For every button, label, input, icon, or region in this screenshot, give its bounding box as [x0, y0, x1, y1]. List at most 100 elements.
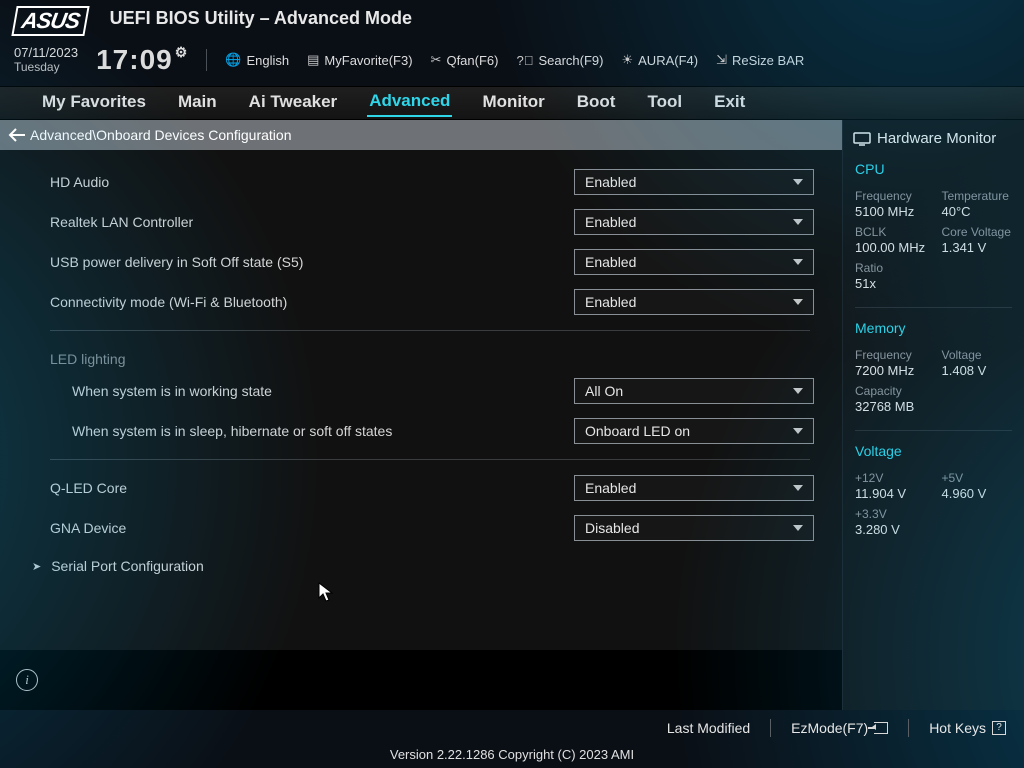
toolbar: 07/11/2023 Tuesday 17:09⚙ 🌐 English ▤ My…: [0, 36, 1024, 86]
v5-key: +5V: [942, 471, 1013, 485]
date-block: 07/11/2023 Tuesday: [14, 46, 78, 73]
tab-boot[interactable]: Boot: [575, 90, 618, 116]
dropdown-value: Enabled: [585, 254, 636, 270]
separator: [206, 49, 207, 71]
help-strip: i: [0, 650, 842, 710]
setting-label: When system is in sleep, hibernate or so…: [50, 423, 574, 439]
expander-label: Serial Port Configuration: [51, 558, 204, 574]
info-icon[interactable]: i: [16, 669, 38, 691]
setting-label: When system is in working state: [50, 383, 574, 399]
setting-dropdown[interactable]: Enabled: [574, 169, 814, 195]
aura-label: AURA(F4): [638, 53, 698, 68]
setting-row: USB power delivery in Soft Off state (S5…: [50, 242, 814, 282]
setting-dropdown[interactable]: Enabled: [574, 209, 814, 235]
monitor-icon: [853, 132, 871, 146]
v33-val: 3.280 V: [855, 522, 926, 537]
myfavorite-button[interactable]: ▤ MyFavorite(F3): [307, 52, 412, 68]
clock[interactable]: 17:09⚙: [96, 44, 188, 76]
aura-button[interactable]: ☀ AURA(F4): [621, 52, 698, 68]
setting-label: Connectivity mode (Wi-Fi & Bluetooth): [50, 294, 574, 310]
setting-label: GNA Device: [50, 520, 574, 536]
led-section-title: LED lighting: [50, 339, 814, 371]
chevron-down-icon: [793, 299, 803, 305]
cpu-freq-key: Frequency: [855, 189, 926, 203]
cpu-bclk-val: 100.00 MHz: [855, 240, 926, 255]
serial-port-expander[interactable]: ➤ Serial Port Configuration: [32, 548, 814, 584]
dropdown-value: All On: [585, 383, 623, 399]
divider: [855, 430, 1012, 431]
search-label: Search(F9): [538, 53, 603, 68]
last-modified-button[interactable]: Last Modified: [667, 720, 750, 736]
chevron-down-icon: [793, 388, 803, 394]
tab-ai-tweaker[interactable]: Ai Tweaker: [247, 90, 340, 116]
chevron-down-icon: [793, 525, 803, 531]
separator: [770, 719, 771, 737]
globe-icon: 🌐: [225, 52, 241, 68]
cpu-temp-val: 40°C: [942, 204, 1013, 219]
back-icon[interactable]: [8, 128, 26, 142]
asus-logo: ASUS: [11, 6, 89, 36]
divider: [855, 307, 1012, 308]
main-panel: Advanced\Onboard Devices Configuration H…: [0, 120, 842, 710]
search-button[interactable]: ?⃣ Search(F9): [516, 53, 603, 68]
setting-dropdown[interactable]: Enabled: [574, 475, 814, 501]
cpu-ratio-val: 51x: [855, 276, 926, 291]
mem-freq-key: Frequency: [855, 348, 926, 362]
tab-monitor[interactable]: Monitor: [480, 90, 546, 116]
footer: Last Modified EzMode(F7) Hot Keys ? Vers…: [0, 713, 1024, 768]
tab-tool[interactable]: Tool: [645, 90, 684, 116]
dropdown-value: Enabled: [585, 294, 636, 310]
language-button[interactable]: 🌐 English: [225, 52, 289, 68]
exit-icon: [874, 722, 888, 734]
hotkeys-button[interactable]: Hot Keys ?: [929, 720, 1006, 736]
tab-bar: My Favorites Main Ai Tweaker Advanced Monito…: [0, 86, 1024, 120]
language-label: English: [246, 53, 289, 68]
cpu-cv-key: Core Voltage: [942, 225, 1013, 239]
mem-cap-key: Capacity: [855, 384, 926, 398]
date-text: 07/11/2023: [14, 46, 78, 60]
v33-key: +3.3V: [855, 507, 926, 521]
day-text: Tuesday: [14, 61, 78, 74]
setting-label: Realtek LAN Controller: [50, 214, 574, 230]
setting-dropdown[interactable]: Enabled: [574, 289, 814, 315]
cpu-cv-val: 1.341 V: [942, 240, 1013, 255]
dropdown-value: Disabled: [585, 520, 639, 536]
chevron-down-icon: [793, 219, 803, 225]
divider: [50, 459, 810, 460]
version-text: Version 2.22.1286 Copyright (C) 2023 AMI: [0, 743, 1024, 768]
setting-row: When system is in sleep, hibernate or so…: [50, 411, 814, 451]
setting-dropdown[interactable]: Enabled: [574, 249, 814, 275]
dropdown-value: Onboard LED on: [585, 423, 690, 439]
mem-volt-key: Voltage: [942, 348, 1013, 362]
setting-dropdown[interactable]: Disabled: [574, 515, 814, 541]
volt-head: Voltage: [855, 443, 1012, 459]
tab-exit[interactable]: Exit: [712, 90, 747, 116]
tab-advanced[interactable]: Advanced: [367, 89, 452, 117]
cpu-head: CPU: [855, 161, 1012, 177]
resizebar-button[interactable]: ⇲ ReSize BAR: [716, 52, 804, 68]
header: ASUS UEFI BIOS Utility – Advanced Mode: [0, 0, 1024, 36]
cpu-temp-key: Temperature: [942, 189, 1013, 203]
dropdown-value: Enabled: [585, 174, 636, 190]
sun-icon: ☀: [621, 52, 633, 68]
setting-row: GNA Device Disabled: [50, 508, 814, 548]
v5-val: 4.960 V: [942, 486, 1013, 501]
cpu-ratio-key: Ratio: [855, 261, 926, 275]
memory-section: Memory Frequency 7200 MHz Capacity 32768…: [843, 314, 1024, 424]
tab-my-favorites[interactable]: My Favorites: [40, 90, 148, 116]
v12-key: +12V: [855, 471, 926, 485]
hw-monitor-title: Hardware Monitor: [843, 128, 1024, 155]
cpu-section: CPU Frequency 5100 MHz BCLK 100.00 MHz R…: [843, 155, 1024, 301]
voltage-section: Voltage +12V 11.904 V +3.3V 3.280 V +5V …: [843, 437, 1024, 547]
chevron-down-icon: [793, 485, 803, 491]
chevron-down-icon: [793, 259, 803, 265]
dropdown-value: Enabled: [585, 480, 636, 496]
chevron-down-icon: [793, 428, 803, 434]
tab-main[interactable]: Main: [176, 90, 219, 116]
setting-dropdown[interactable]: Onboard LED on: [574, 418, 814, 444]
qfan-button[interactable]: ✂ Qfan(F6): [431, 52, 499, 68]
favorite-label: MyFavorite(F3): [324, 53, 412, 68]
setting-dropdown[interactable]: All On: [574, 378, 814, 404]
ezmode-button[interactable]: EzMode(F7): [791, 720, 888, 736]
setting-label: USB power delivery in Soft Off state (S5…: [50, 254, 574, 270]
